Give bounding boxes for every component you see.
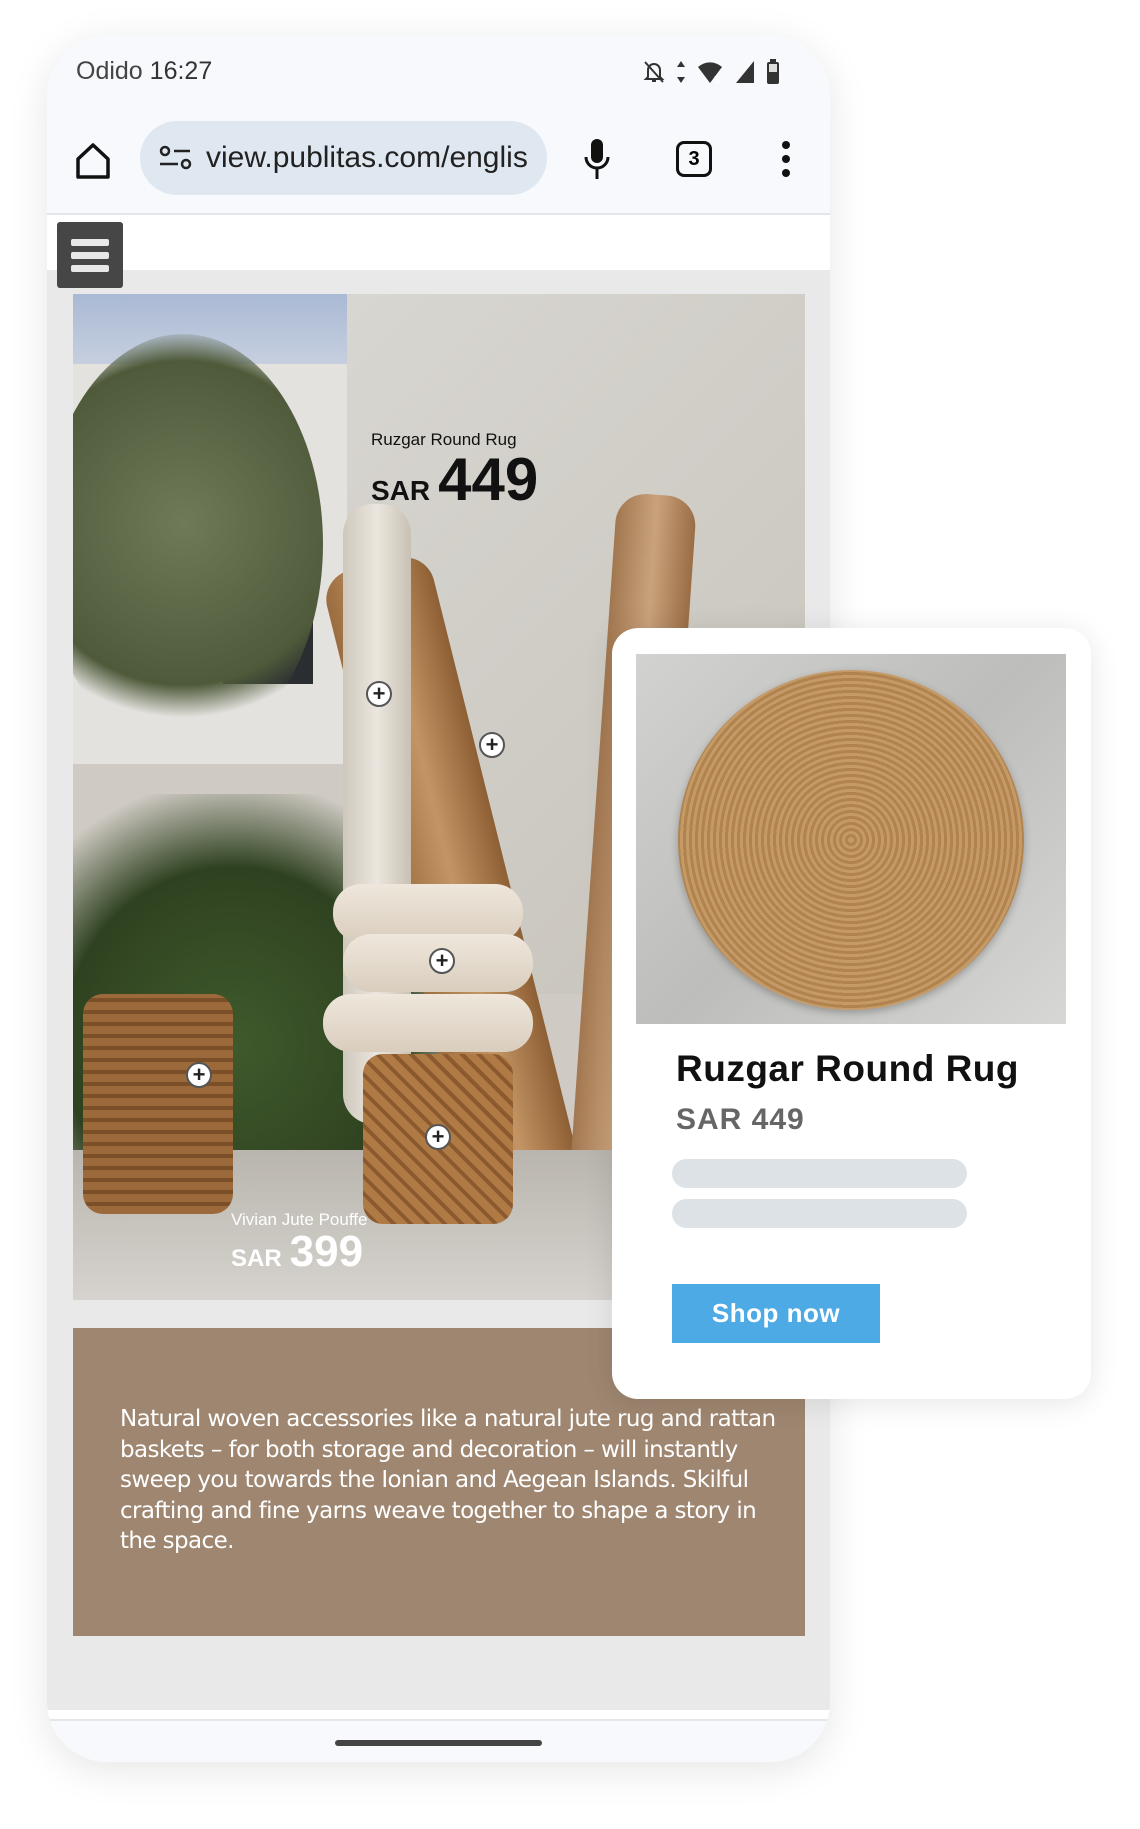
wifi-icon: 5 bbox=[698, 62, 722, 85]
price-tag-rug: Ruzgar Round Rug SAR 449 bbox=[371, 430, 538, 510]
shop-now-button[interactable]: Shop now bbox=[672, 1284, 880, 1343]
skeleton-line bbox=[672, 1159, 967, 1188]
hotspot-plus-icon[interactable]: + bbox=[366, 681, 392, 707]
home-gesture-handle[interactable] bbox=[335, 1740, 542, 1746]
data-arrows-icon bbox=[677, 61, 685, 83]
status-icons: 5 bbox=[642, 59, 780, 85]
gesture-nav-bar bbox=[47, 1719, 830, 1762]
product-image bbox=[636, 654, 1066, 1024]
currency: SAR bbox=[371, 475, 431, 506]
status-bar: Odido 16:27 bbox=[76, 57, 212, 86]
clock: 16:27 bbox=[149, 57, 213, 85]
microphone-icon[interactable] bbox=[582, 137, 612, 181]
url-text[interactable]: view.publitas.com/englis bbox=[206, 141, 536, 175]
battery-icon bbox=[767, 59, 779, 84]
currency: SAR bbox=[231, 1245, 282, 1272]
url-bar[interactable]: view.publitas.com/englis bbox=[140, 121, 547, 195]
home-icon[interactable] bbox=[73, 141, 113, 181]
browser-toolbar: view.publitas.com/englis 3 bbox=[47, 121, 830, 213]
product-title: Ruzgar Round Rug bbox=[676, 1048, 1020, 1089]
carrier: Odido bbox=[76, 57, 143, 85]
product-price: SAR 449 bbox=[676, 1103, 805, 1136]
site-settings-icon[interactable] bbox=[158, 144, 194, 172]
svg-text:5: 5 bbox=[714, 75, 720, 85]
price: 399 bbox=[289, 1227, 364, 1276]
more-options-icon[interactable] bbox=[782, 139, 790, 179]
hamburger-menu-button[interactable] bbox=[57, 222, 123, 288]
hotspot-plus-icon[interactable]: + bbox=[186, 1062, 212, 1088]
product-card: Ruzgar Round Rug SAR 449 Shop now bbox=[612, 628, 1091, 1399]
skeleton-line bbox=[672, 1199, 967, 1228]
signal-icon bbox=[736, 61, 754, 83]
tab-switcher-button[interactable]: 3 bbox=[676, 141, 712, 177]
hotspot-plus-icon[interactable]: + bbox=[479, 732, 505, 758]
price-tag-pouffe: Vivian Jute Pouffe SAR 399 bbox=[231, 1210, 367, 1274]
hotspot-plus-icon[interactable]: + bbox=[425, 1124, 451, 1150]
description-text: Natural woven accessories like a natural… bbox=[120, 1406, 776, 1554]
hotspot-plus-icon[interactable]: + bbox=[429, 948, 455, 974]
price: 449 bbox=[438, 446, 539, 513]
bell-off-icon bbox=[643, 61, 665, 83]
